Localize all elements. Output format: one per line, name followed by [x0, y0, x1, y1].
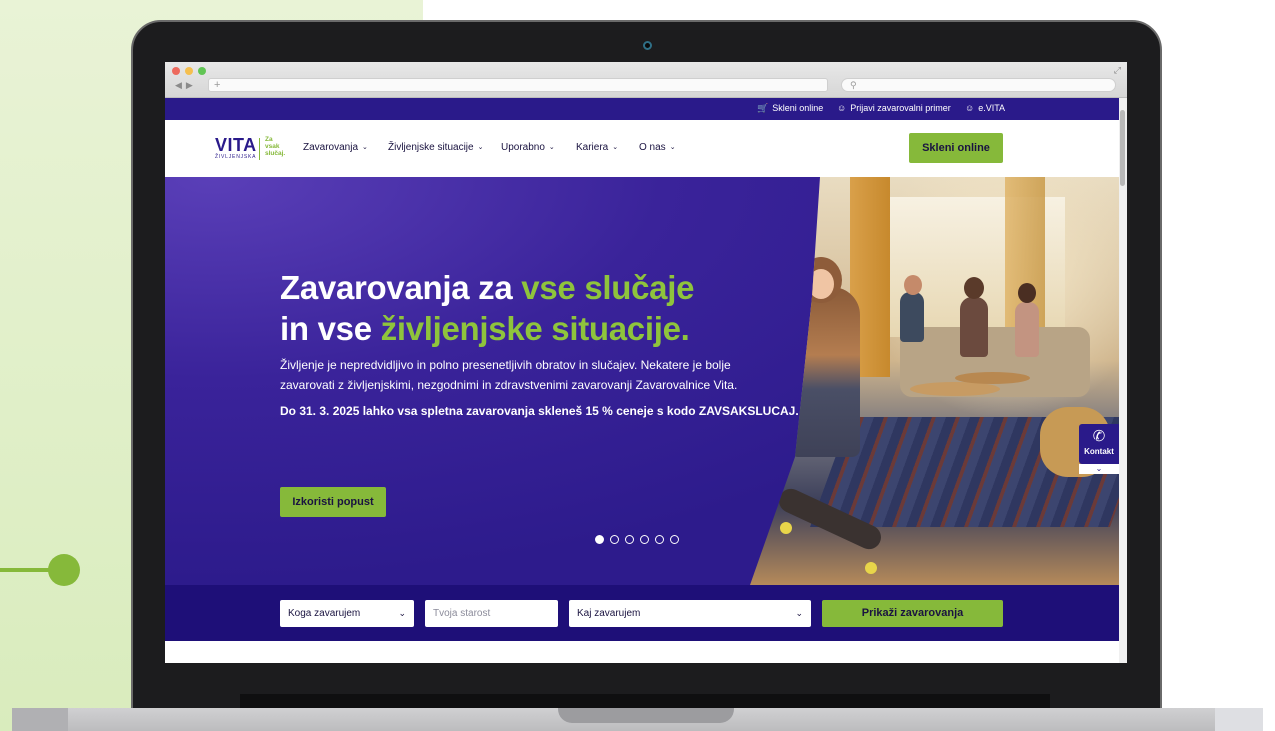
chevron-down-icon: ⌄: [669, 144, 676, 151]
site-header: VITA ŽIVLJENJSKA Za vsak slučaj. Zavarov…: [165, 120, 1119, 177]
hero-description: Življenje je nepredvidljivo in polno pre…: [280, 358, 738, 392]
photo-person: [1015, 302, 1039, 357]
slider-dot[interactable]: [595, 535, 604, 544]
chevron-down-icon: ⌄: [795, 608, 803, 618]
photo-person: [900, 292, 924, 342]
slider-dots: [595, 535, 679, 544]
nav-zavarovanja[interactable]: Zavarovanja ⌄: [303, 142, 368, 153]
photo-table: [910, 382, 1000, 396]
maximize-window-icon[interactable]: [198, 67, 206, 75]
chevron-down-icon: ⌄: [398, 608, 406, 618]
prikazi-zavarovanja-button[interactable]: Prikaži zavarovanja: [822, 600, 1003, 627]
logo-tagline: Za vsak slučaj.: [265, 136, 286, 157]
browser-search-input[interactable]: ⚲: [841, 78, 1116, 92]
minimize-window-icon[interactable]: [185, 67, 193, 75]
laptop-base-left: [12, 708, 68, 731]
slider-dot[interactable]: [640, 535, 649, 544]
hero-banner: Zavarovanja za vse slučaje in vse življe…: [165, 177, 1119, 585]
top-utility-bar: 🛒 Skleni online ☺ Prijavi zavarovalni prim…: [165, 98, 1119, 120]
vita-logo[interactable]: VITA ŽIVLJENJSKA Za vsak slučaj.: [215, 136, 285, 160]
insurance-filter-bar: Koga zavarujem ⌄ Tvoja starost Kaj zavaru…: [165, 585, 1119, 641]
fullscreen-icon[interactable]: ⤢: [1114, 65, 1121, 76]
nav-uporabno[interactable]: Uporabno ⌄: [501, 142, 555, 153]
photo-wheel: [780, 522, 792, 534]
photo-person-head: [964, 277, 984, 299]
nav-kariera[interactable]: Kariera ⌄: [576, 142, 618, 153]
photo-person-head: [1018, 283, 1036, 303]
photo-person-head: [904, 275, 922, 295]
chevron-down-icon: ⌄: [362, 144, 368, 151]
nav-o-nas[interactable]: O nas ⌄: [639, 142, 676, 153]
photo-girl: [790, 287, 860, 457]
decorative-dot: [48, 554, 80, 586]
topbar-link-skleni-online[interactable]: 🛒 Skleni online: [757, 103, 823, 114]
chevron-down-icon: ⌄: [612, 144, 619, 151]
topbar-link-prijavi-primer[interactable]: ☺ Prijavi zavarovalni primer: [837, 103, 951, 113]
what-select[interactable]: Kaj zavarujem ⌄: [569, 600, 811, 627]
slider-dot[interactable]: [670, 535, 679, 544]
laptop-notch: [558, 708, 734, 723]
chevron-down-icon: ⌄: [477, 144, 484, 151]
back-forward-icon[interactable]: ◀▶: [175, 80, 197, 91]
photo-table: [955, 372, 1030, 384]
age-input[interactable]: Tvoja starost: [425, 600, 558, 627]
phone-icon: ✆: [1092, 428, 1106, 445]
skleni-online-button[interactable]: Skleni online: [909, 133, 1003, 163]
hero-title: Zavarovanja za vse slučaje in vse življe…: [280, 269, 695, 347]
photo-person: [960, 297, 988, 357]
user-icon: ☺: [837, 103, 847, 113]
hero-family-photo: [750, 177, 1119, 585]
who-select[interactable]: Koga zavarujem ⌄: [280, 600, 414, 627]
hero-promo-text: Do 31. 3. 2025 lahko vsa spletna zavarov…: [280, 404, 799, 418]
slider-dot[interactable]: [655, 535, 664, 544]
laptop-hinge: [240, 694, 1050, 708]
address-bar[interactable]: +: [208, 78, 828, 92]
photo-girl-face: [808, 269, 834, 299]
camera-icon: [643, 41, 652, 50]
kontakt-button[interactable]: ✆ Kontakt: [1079, 424, 1119, 464]
browser-screen: ◀▶ + ⚲ ⤢ 🛒 Skleni online ☺ Prijavi zavarov…: [165, 62, 1127, 663]
browser-chrome: ◀▶ + ⚲ ⤢: [165, 62, 1127, 98]
izkoristi-popust-button[interactable]: Izkoristi popust: [280, 487, 386, 517]
slider-dot[interactable]: [625, 535, 634, 544]
topbar-link-evita[interactable]: ☺ e.VITA: [965, 103, 1005, 113]
close-window-icon[interactable]: [172, 67, 180, 75]
chevron-down-icon[interactable]: ⌄: [1079, 464, 1119, 474]
logo-divider: [259, 138, 260, 160]
cart-icon: 🛒: [757, 103, 769, 113]
scrollbar-thumb[interactable]: [1120, 110, 1125, 186]
nav-zivljenjske-situacije[interactable]: Življenjske situacije ⌄: [388, 142, 483, 153]
laptop-base-right: [1215, 708, 1263, 731]
slider-dot[interactable]: [610, 535, 619, 544]
photo-wheel: [865, 562, 877, 574]
user-icon: ☺: [965, 103, 975, 113]
chevron-down-icon: ⌄: [548, 144, 555, 151]
